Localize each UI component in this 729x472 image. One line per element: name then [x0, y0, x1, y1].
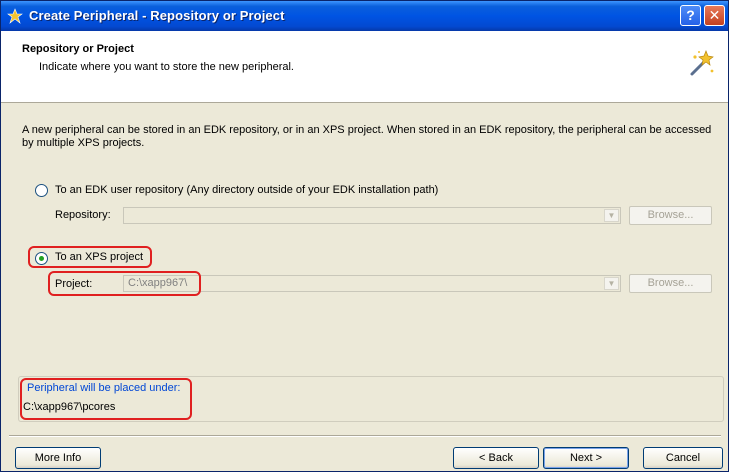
- back-button[interactable]: < Back: [453, 447, 539, 469]
- chevron-down-icon[interactable]: ▼: [604, 277, 619, 290]
- wizard-header: Repository or Project Indicate where you…: [1, 31, 728, 103]
- cancel-button[interactable]: Cancel: [643, 447, 723, 469]
- window-title: Create Peripheral - Repository or Projec…: [29, 8, 285, 23]
- page-title: Repository or Project: [22, 43, 134, 55]
- create-peripheral-dialog: Create Peripheral - Repository or Projec…: [0, 0, 729, 472]
- chevron-down-icon[interactable]: ▼: [604, 209, 619, 222]
- wizard-wand-icon: [690, 50, 714, 76]
- app-icon: [7, 8, 23, 24]
- next-button[interactable]: Next >: [543, 447, 629, 469]
- project-browse-button[interactable]: Browse...: [629, 274, 712, 293]
- help-button[interactable]: ?: [680, 5, 701, 26]
- repository-radio-label[interactable]: To an EDK user repository (Any directory…: [55, 184, 438, 196]
- title-bar[interactable]: Create Peripheral - Repository or Projec…: [1, 1, 728, 31]
- close-button[interactable]: ✕: [704, 5, 725, 26]
- page-subtitle: Indicate where you want to store the new…: [39, 61, 294, 73]
- xps-project-highlight: [28, 246, 152, 268]
- description-text: A new peripheral can be stored in an EDK…: [22, 124, 712, 149]
- repository-browse-button[interactable]: Browse...: [629, 206, 712, 225]
- more-info-button[interactable]: More Info: [15, 447, 101, 469]
- placement-highlight: [20, 378, 192, 420]
- repository-combo[interactable]: ▼: [123, 207, 621, 224]
- repository-field-label: Repository:: [55, 209, 111, 221]
- footer-separator: [9, 435, 721, 437]
- project-field-highlight: [48, 271, 201, 296]
- repository-radio[interactable]: [35, 184, 48, 197]
